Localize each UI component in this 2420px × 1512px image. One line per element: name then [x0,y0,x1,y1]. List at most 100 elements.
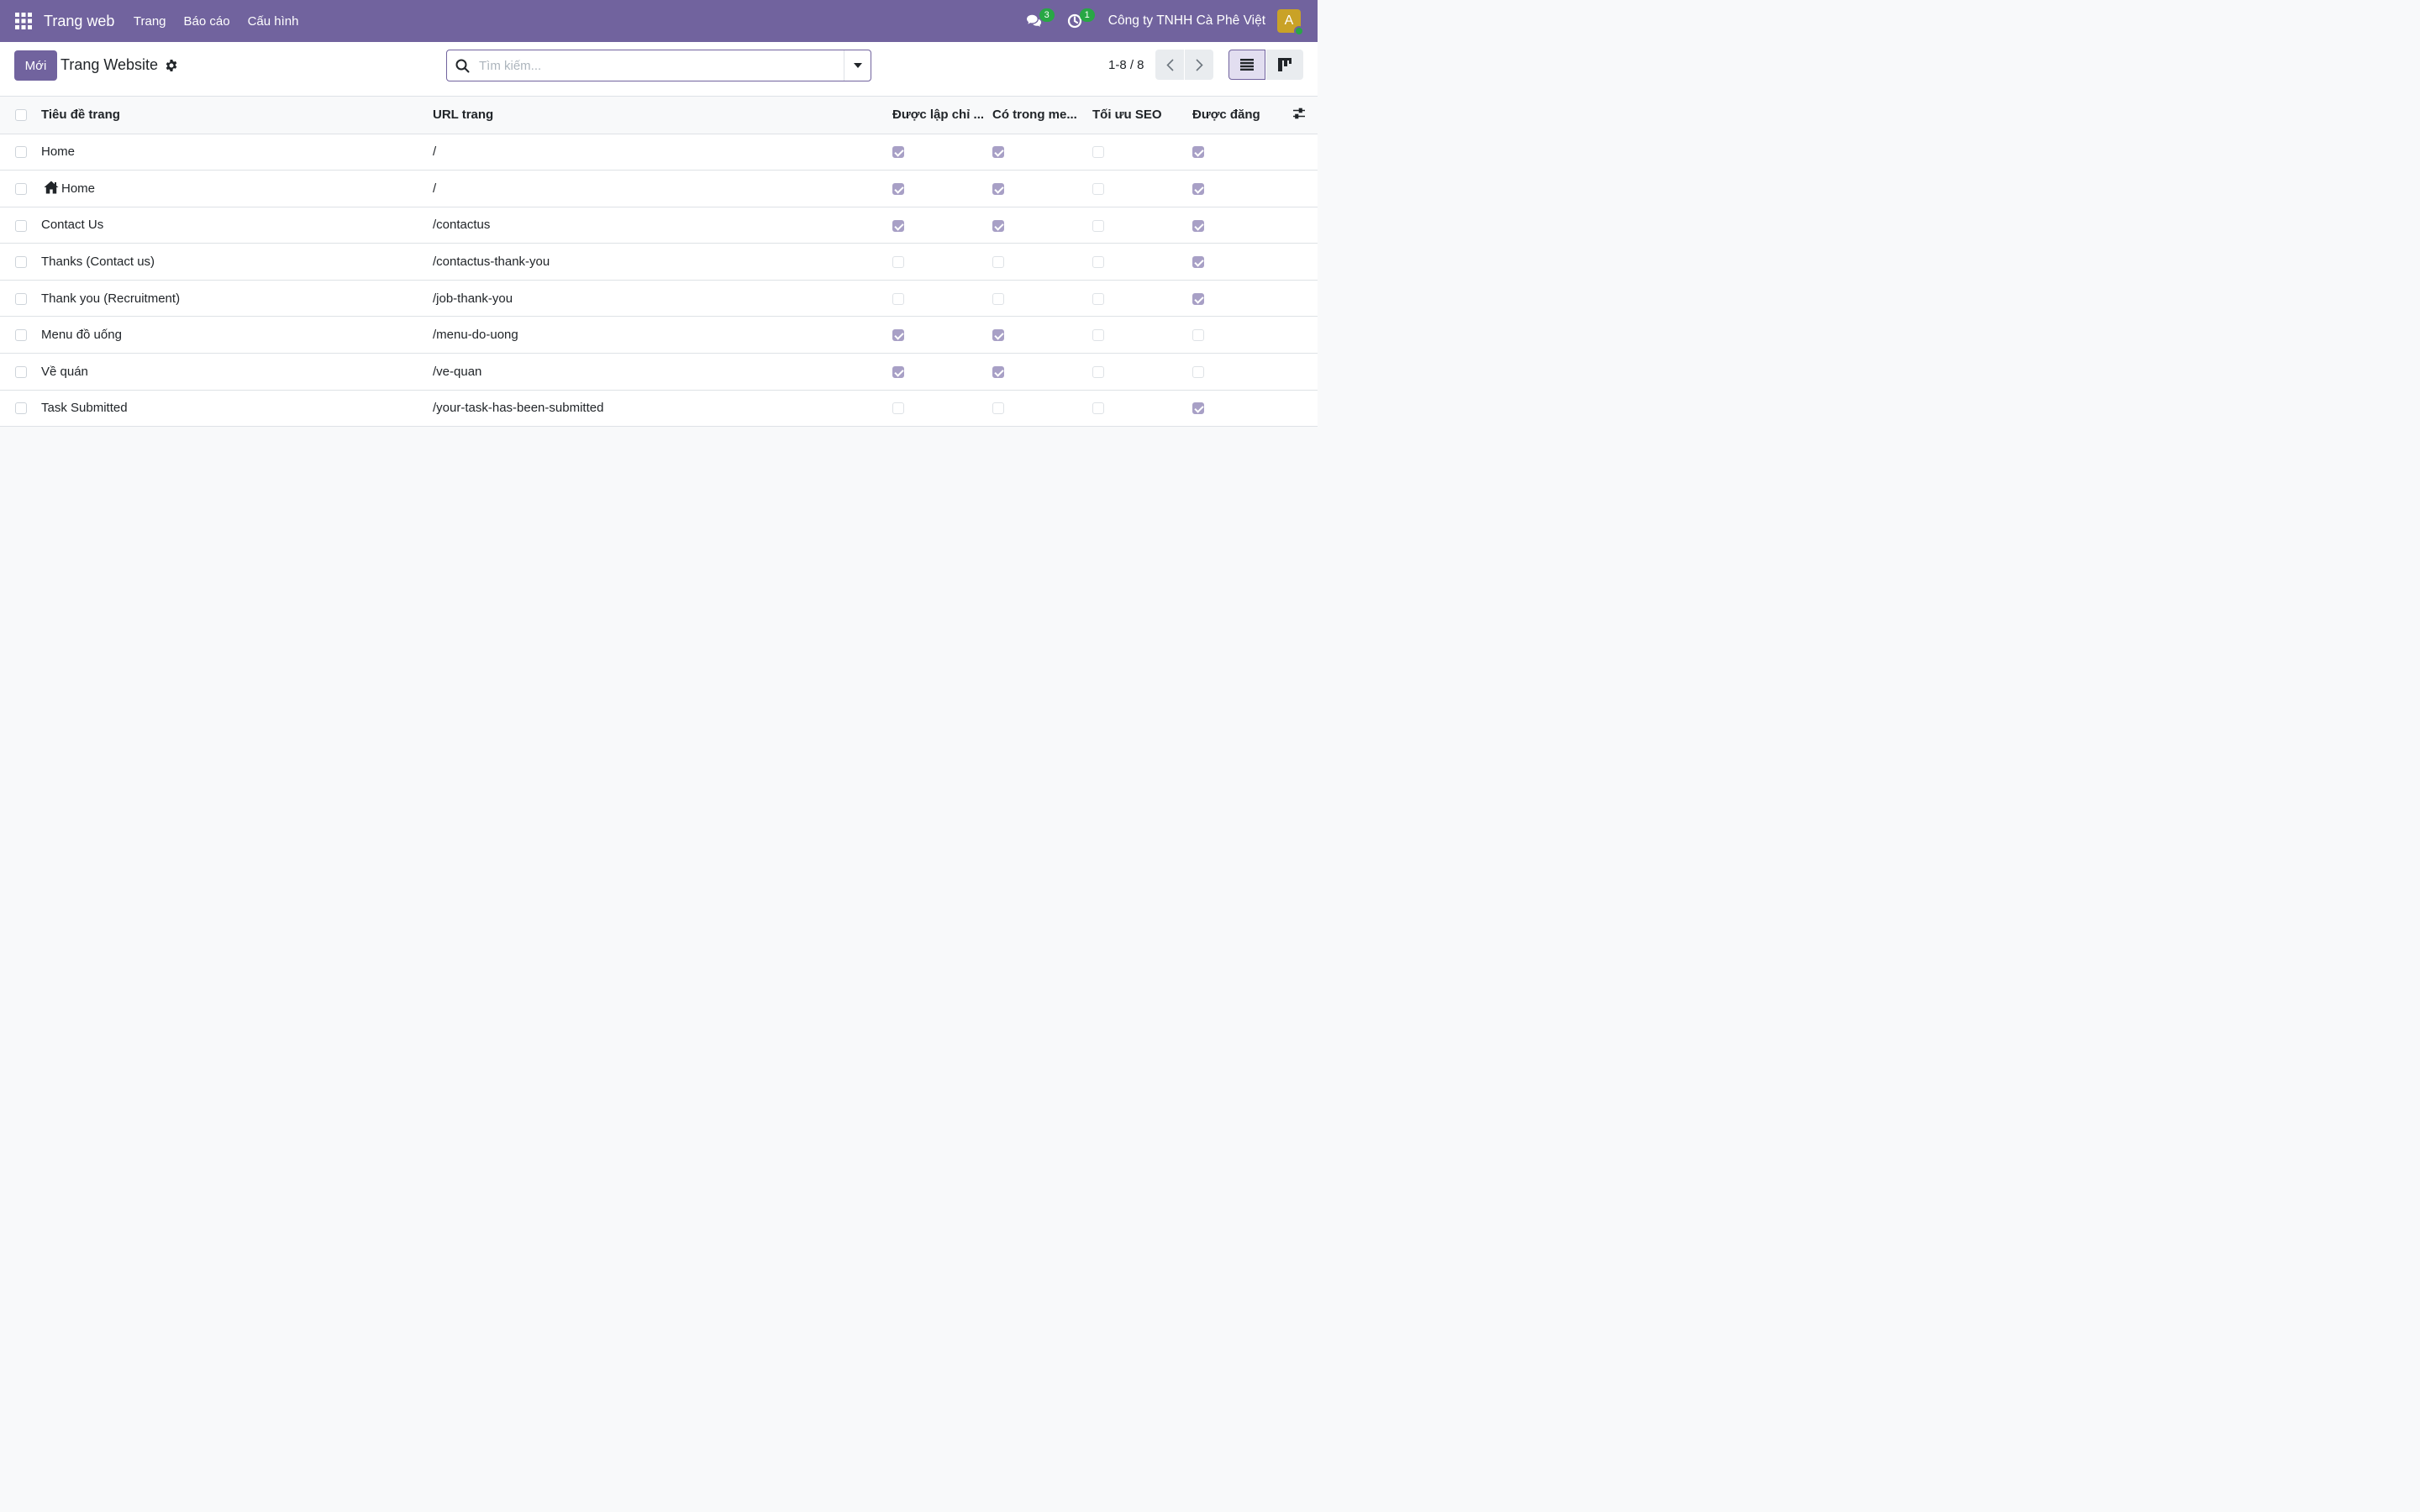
row-spacer-cell [1292,134,1318,171]
pub-checkbox [1192,256,1204,269]
page-title-text: Thanks (Contact us) [41,255,155,270]
new-button[interactable]: Mới [14,50,57,81]
sliders-icon[interactable] [1292,107,1306,120]
page-title-cell[interactable]: Menu đồ uống [41,316,433,354]
apps-menu-icon[interactable] [0,0,47,42]
search-icon [455,59,470,73]
row-spacer-cell [1292,207,1318,244]
user-avatar[interactable]: A [1277,9,1304,36]
page-title-text: Thank you (Recruitment) [41,291,181,306]
idx-cell [892,280,992,318]
menu-reports[interactable]: Báo cáo [175,14,239,29]
page-title-text: Home [41,144,76,160]
page-title-cell[interactable]: Task Submitted [41,390,433,428]
row-select-cell [0,134,41,171]
table-header-row: Tiêu đề trang URL trang Được lập chỉ ...… [0,97,1318,134]
page-title-cell[interactable]: Thank you (Recruitment) [41,280,433,318]
pager-next-button[interactable] [1185,50,1213,80]
seo-cell [1092,316,1192,354]
table-row[interactable]: Contact Us/contactus [0,207,1318,244]
pub-checkbox [1192,219,1204,232]
pub-cell [1192,280,1292,318]
seo-checkbox [1092,182,1104,195]
page-url-cell[interactable]: /job-thank-you [433,280,892,318]
table-row[interactable]: Thanks (Contact us) /contactus-thank-you [0,243,1318,281]
pub-checkbox [1192,365,1204,378]
app-brand[interactable]: Trang web [44,13,114,30]
seo-checkbox [1092,219,1104,232]
page-title-cell[interactable]: Home [41,170,433,207]
header-seo-optimized[interactable]: Tối ưu SEO [1092,97,1192,134]
select-all-checkbox[interactable] [15,109,27,122]
gear-icon[interactable] [165,59,178,72]
list-view-button[interactable] [1228,50,1265,80]
page-url-cell[interactable]: /your-task-has-been-submitted [433,390,892,428]
row-select-checkbox[interactable] [15,146,27,159]
idx-checkbox [892,146,904,159]
table-row[interactable]: Task Submitted/your-task-has-been-submit… [0,390,1318,428]
idx-checkbox [892,256,904,269]
row-select-checkbox[interactable] [15,329,27,342]
row-select-checkbox[interactable] [15,365,27,378]
page-url-cell[interactable]: / [433,170,892,207]
table-row[interactable]: Home / [0,170,1318,207]
header-page-url[interactable]: URL trang [433,97,892,134]
table-row[interactable]: Home / [0,134,1318,171]
messages-button[interactable]: 3 [1019,0,1055,42]
page-title-cell[interactable]: Thanks (Contact us) [41,243,433,281]
menu-pages[interactable]: Trang [124,14,175,29]
row-select-checkbox[interactable] [15,402,27,415]
row-spacer-cell [1292,390,1318,428]
pub-checkbox [1192,146,1204,159]
header-indexed[interactable]: Được lập chỉ ... [892,97,992,134]
idx-checkbox [892,402,904,415]
activities-button[interactable]: 1 [1060,0,1095,42]
menu-cell [992,280,1092,318]
header-in-menu[interactable]: Có trong me... [992,97,1092,134]
chevron-right-icon [1195,58,1203,71]
header-page-title[interactable]: Tiêu đề trang [41,97,433,134]
page-url-text: /contactus-thank-you [433,255,550,270]
page-url-cell[interactable]: /contactus [433,207,892,244]
search-input[interactable] [479,50,842,81]
pager-previous-button[interactable] [1155,50,1184,80]
seo-cell [1092,353,1192,391]
page-url-cell[interactable]: /contactus-thank-you [433,243,892,281]
page-title-cell[interactable]: Về quán [41,353,433,391]
table-row[interactable]: Thank you (Recruitment) /job-thank-you [0,280,1318,318]
page-url-cell[interactable]: /ve-quan [433,353,892,391]
row-select-checkbox[interactable] [15,292,27,305]
menu-cell [992,390,1092,428]
menu-checkbox [992,146,1004,159]
row-select-cell [0,280,41,318]
select-all-cell [0,97,41,134]
row-spacer-cell [1292,353,1318,391]
page-url-cell[interactable]: / [433,134,892,171]
row-select-checkbox[interactable] [15,219,27,232]
page-title-cell[interactable]: Home [41,134,433,171]
page-url-text: /menu-do-uong [433,328,518,343]
page-title-cell[interactable]: Contact Us [41,207,433,244]
table-row[interactable]: Về quán/ve-quan [0,353,1318,391]
page-url-cell[interactable]: /menu-do-uong [433,316,892,354]
page-url-text: /your-task-has-been-submitted [433,401,604,416]
page-url-text: /ve-quan [433,364,482,379]
table-row[interactable]: Menu đồ uống/menu-do-uong [0,316,1318,354]
header-published[interactable]: Được đăng [1192,97,1292,134]
menu-checkbox [992,329,1004,342]
seo-cell [1092,207,1192,244]
menu-cell [992,170,1092,207]
menu-configuration[interactable]: Cấu hình [239,14,308,29]
company-switcher[interactable]: Công ty TNHH Cà Phê Việt [1108,13,1265,29]
pager-value[interactable]: 1-8 / 8 [1108,58,1144,72]
search-options-toggle[interactable] [844,50,871,81]
row-select-checkbox[interactable] [15,256,27,269]
optional-columns-cell [1292,97,1318,134]
row-select-checkbox[interactable] [15,182,27,195]
caret-down-icon [853,63,862,68]
idx-cell [892,390,992,428]
kanban-view-button[interactable] [1266,50,1303,80]
pub-cell [1192,207,1292,244]
pub-cell [1192,316,1292,354]
menu-cell [992,207,1092,244]
